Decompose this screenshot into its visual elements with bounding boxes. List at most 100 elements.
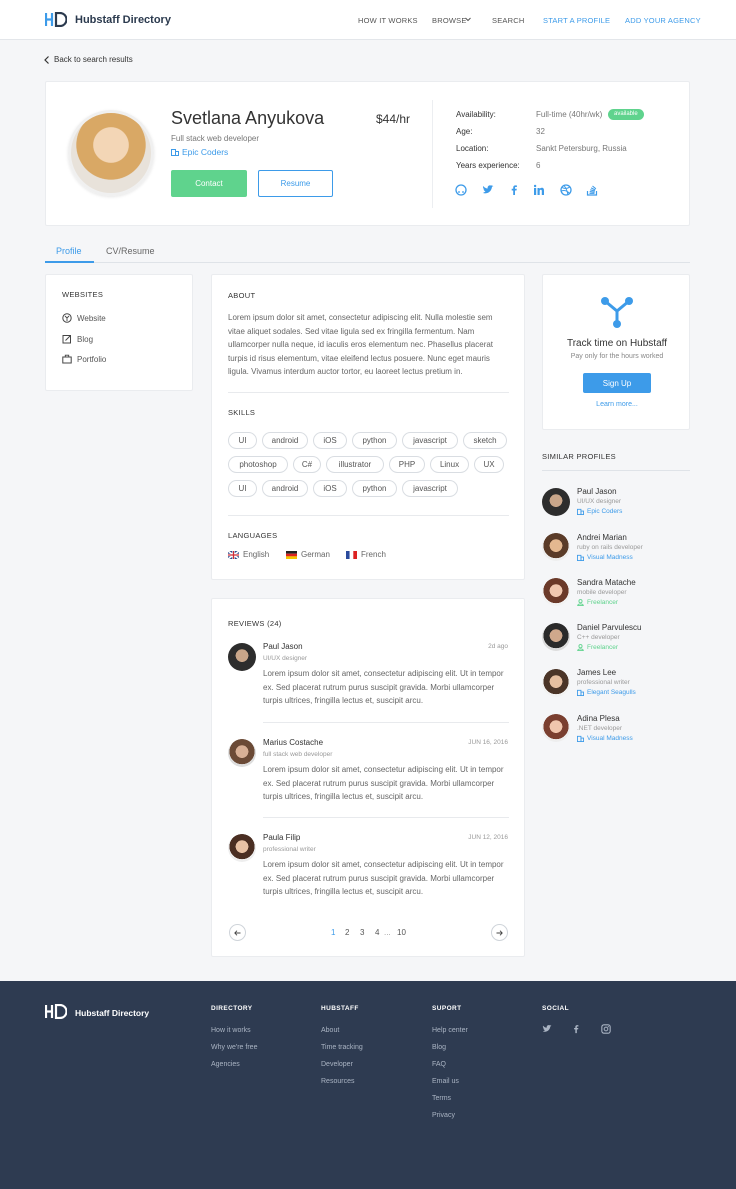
profile-agency-link[interactable]: Epic Coders [171,147,228,157]
page-2[interactable]: 2 [345,928,349,937]
linkedin-icon[interactable] [533,184,545,196]
reviewer-name[interactable]: Paul Jason [263,642,303,651]
nav-how-it-works[interactable]: HOW IT WORKS [358,16,418,25]
instagram-icon[interactable] [601,1024,611,1034]
similar-name[interactable]: Paul Jason [577,487,617,496]
footer-link[interactable]: FAQ [432,1061,446,1068]
footer-link[interactable]: Agencies [211,1061,240,1068]
stackoverflow-icon[interactable] [586,184,598,196]
footer-link[interactable]: How it works [211,1027,251,1034]
tabs-divider [45,262,690,263]
skill-chip[interactable]: photoshop [228,456,288,473]
dribbble-icon[interactable] [560,184,572,196]
similar-role: UI/UX designer [577,498,622,505]
footer-link[interactable]: Resources [321,1078,354,1085]
skill-chip[interactable]: Linux [430,456,469,473]
skill-chip[interactable]: sketch [463,432,507,449]
reviewer-avatar[interactable] [228,643,256,671]
chevron-left-icon[interactable] [44,56,50,64]
blog-link[interactable]: Blog [62,334,93,344]
website-link[interactable]: Website [62,313,106,323]
footer-link[interactable]: Email us [432,1078,459,1085]
similar-avatar[interactable] [542,533,570,561]
twitter-icon[interactable] [482,184,494,196]
skill-chip[interactable]: PHP [389,456,425,473]
twitter-icon[interactable] [542,1024,552,1034]
page-4[interactable]: 4 [375,928,379,937]
next-page-button[interactable] [491,924,508,941]
skill-chip[interactable]: iOS [313,432,347,449]
page-10[interactable]: 10 [397,928,406,937]
nav-search[interactable]: SEARCH [492,16,524,25]
similar-agency-label: Elegant Seagulls [587,689,636,696]
skill-chip[interactable]: android [262,432,308,449]
reviewer-name[interactable]: Marius Costache [263,738,323,747]
skill-chip[interactable]: iOS [313,480,347,497]
skill-chip[interactable]: android [262,480,308,497]
footer-link[interactable]: Time tracking [321,1044,363,1051]
reviewer-name[interactable]: Paula Filip [263,833,300,842]
page-1[interactable]: 1 [331,928,335,937]
similar-agency[interactable]: Freelancer [577,599,618,606]
brand-name[interactable]: Hubstaff Directory [75,14,171,26]
skill-chip[interactable]: UX [474,456,504,473]
similar-agency[interactable]: Epic Coders [577,508,622,515]
portfolio-link[interactable]: Portfolio [62,354,106,364]
similar-name[interactable]: James Lee [577,668,616,677]
similar-name[interactable]: Adina Plesa [577,714,620,723]
hubstaff-logo-icon[interactable] [45,1004,67,1019]
similar-agency[interactable]: Freelancer [577,644,618,651]
nav-start-profile[interactable]: START A PROFILE [543,16,610,25]
footer-link[interactable]: Help center [432,1027,468,1034]
hubstaff-logo-icon[interactable] [45,12,67,27]
github-icon[interactable] [455,184,467,196]
similar-avatar[interactable] [542,623,570,651]
nav-add-agency[interactable]: ADD YOUR AGENCY [625,16,701,25]
reviewer-avatar[interactable] [228,834,256,862]
footer-link[interactable]: Why we're free [211,1044,257,1051]
similar-avatar[interactable] [542,714,570,742]
tab-profile[interactable]: Profile [56,246,82,256]
reviewer-avatar[interactable] [228,739,256,767]
chevron-down-icon[interactable] [465,17,471,22]
skill-chip[interactable]: C# [293,456,321,473]
page-3[interactable]: 3 [360,928,364,937]
footer-link[interactable]: Blog [432,1044,446,1051]
facebook-icon[interactable] [571,1024,581,1034]
footer-link[interactable]: Privacy [432,1112,455,1119]
skill-chip[interactable]: UI [228,432,257,449]
top-navbar: Hubstaff Directory HOW IT WORKS BROWSE S… [0,0,736,40]
similar-avatar[interactable] [542,578,570,606]
facebook-icon[interactable] [508,184,520,196]
sign-up-button[interactable]: Sign Up [583,373,651,393]
learn-more-link[interactable]: Learn more... [543,401,691,408]
skill-chip[interactable]: javascript [402,432,458,449]
similar-agency[interactable]: Visual Madness [577,554,633,561]
tab-cv-resume[interactable]: CV/Resume [106,246,155,256]
footer-link[interactable]: About [321,1027,339,1034]
nav-browse[interactable]: BROWSE [432,16,467,25]
contact-button[interactable]: Contact [171,170,247,197]
footer-link[interactable]: Terms [432,1095,451,1102]
skill-chip[interactable]: UI [228,480,257,497]
prev-page-button[interactable] [229,924,246,941]
back-to-results-link[interactable]: Back to search results [54,55,133,64]
similar-name[interactable]: Daniel Parvulescu [577,623,641,632]
footer-brand[interactable]: Hubstaff Directory [75,1008,149,1018]
skill-chip[interactable]: python [352,432,397,449]
similar-role: mobile developer [577,589,627,596]
skill-chip[interactable]: javascript [402,480,458,497]
similar-agency[interactable]: Elegant Seagulls [577,689,636,696]
skill-chip[interactable]: illustrator [326,456,384,473]
resume-button[interactable]: Resume [258,170,333,197]
similar-avatar[interactable] [542,488,570,516]
similar-agency-label: Visual Madness [587,735,633,742]
similar-agency[interactable]: Visual Madness [577,735,633,742]
skill-chip[interactable]: python [352,480,397,497]
similar-name[interactable]: Sandra Matache [577,578,636,587]
footer-link[interactable]: Developer [321,1061,353,1068]
similar-agency-label: Epic Coders [587,508,623,515]
similar-avatar[interactable] [542,669,570,697]
similar-name[interactable]: Andrei Marian [577,533,627,542]
skills-divider [228,515,509,516]
